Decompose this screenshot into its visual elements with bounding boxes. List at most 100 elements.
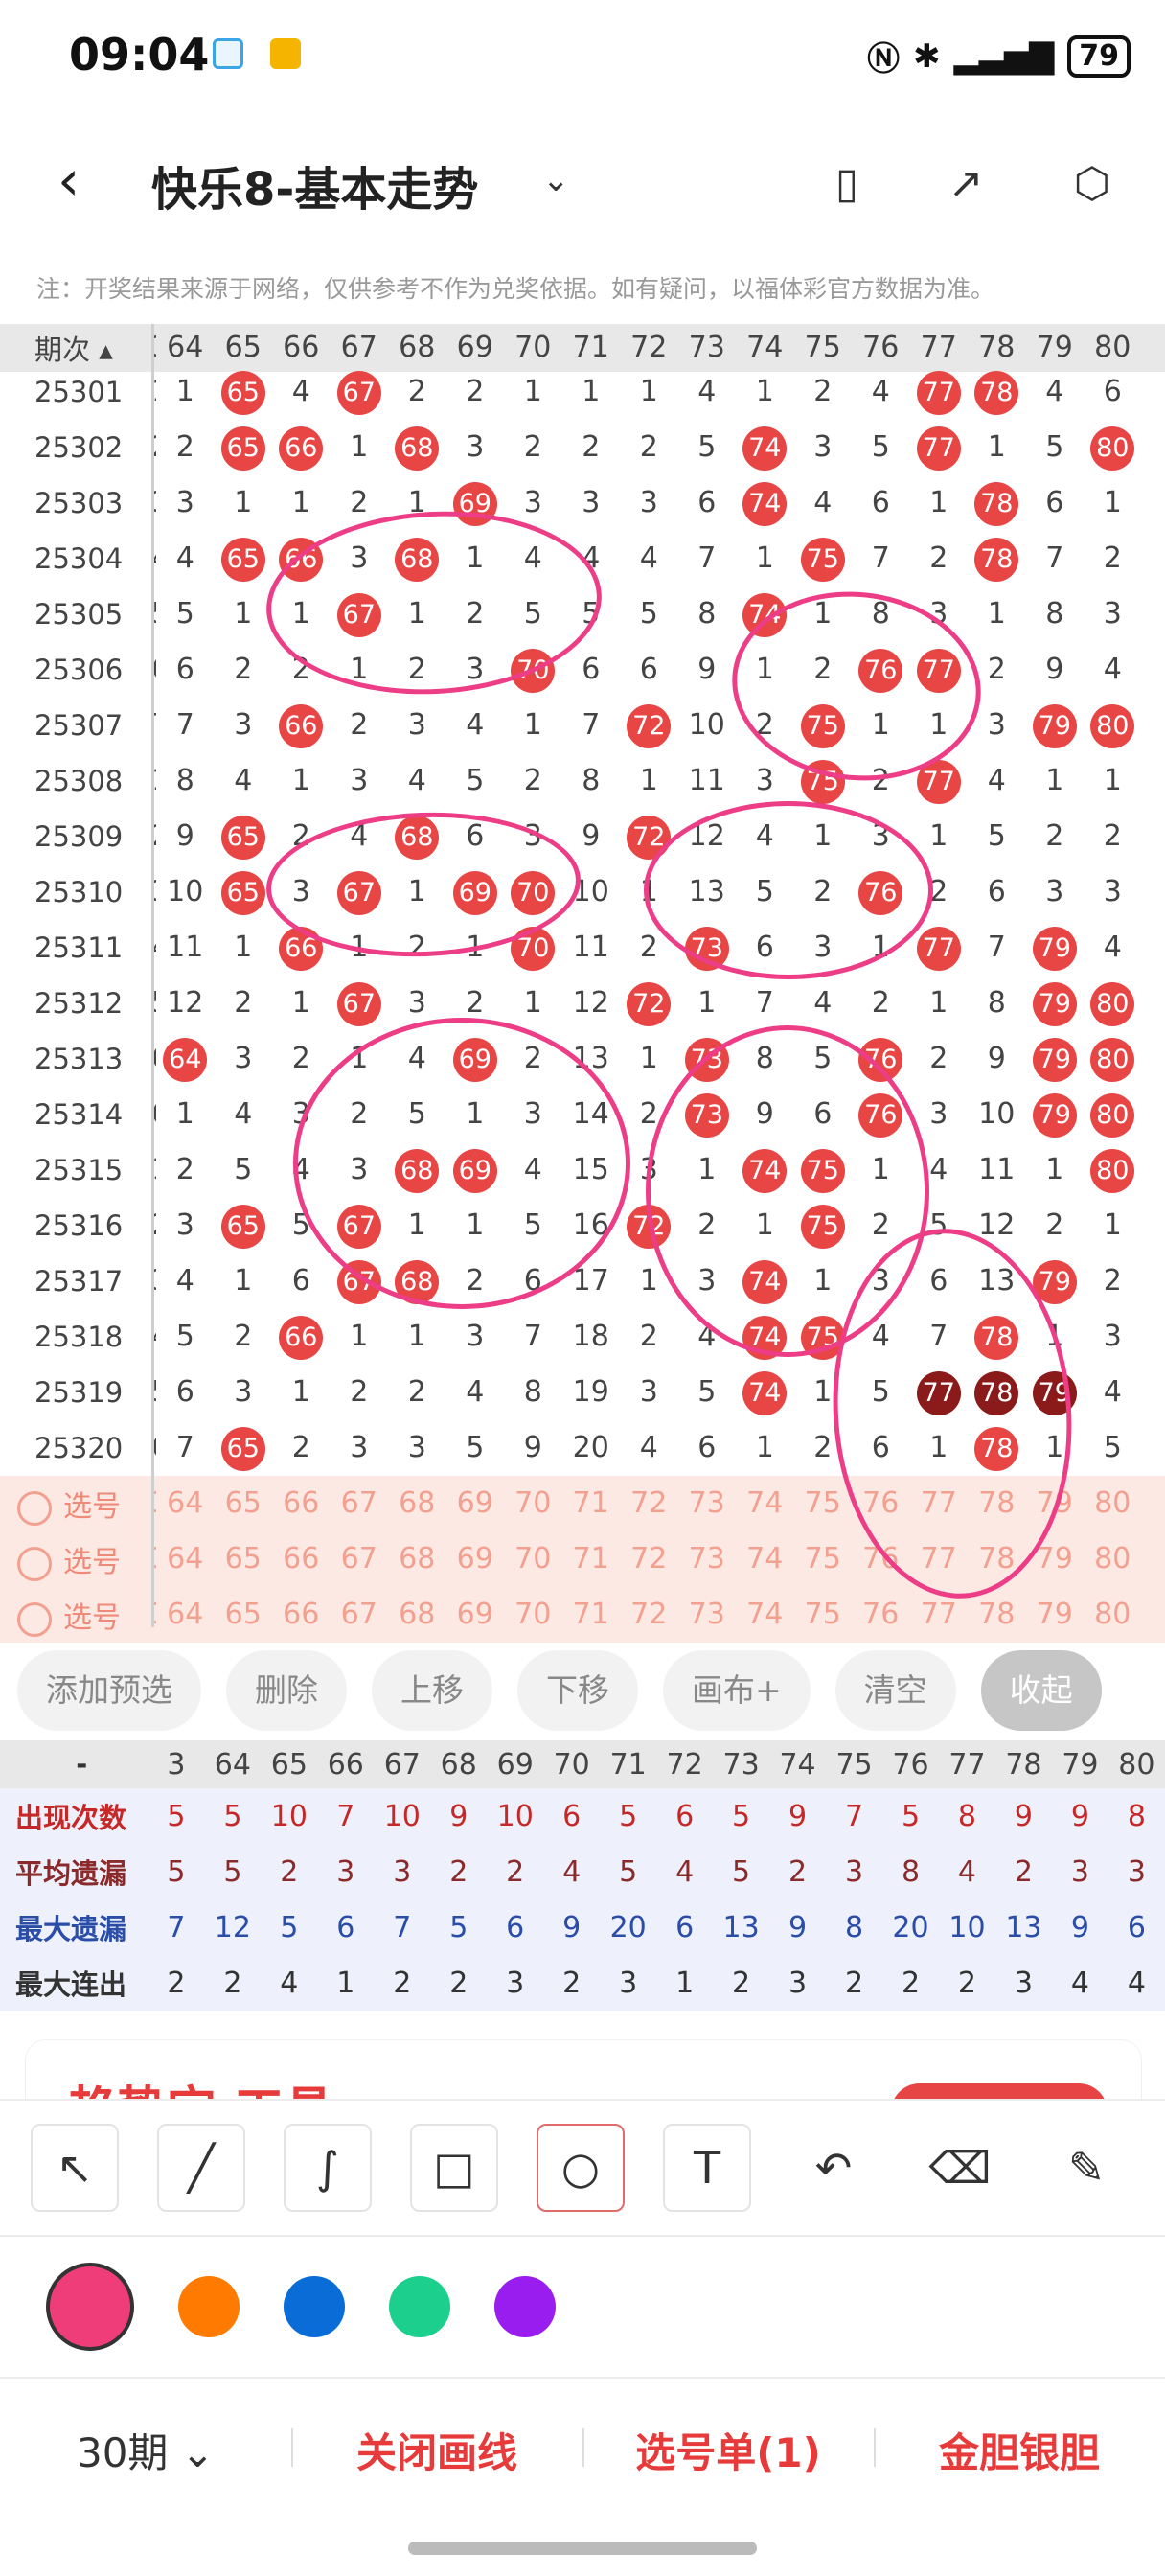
select-cell[interactable]: 75: [794, 1531, 853, 1587]
line-icon[interactable]: ╱: [157, 2124, 245, 2212]
color-swatch[interactable]: [46, 2263, 134, 2351]
bluetooth-icon: ✱: [913, 36, 941, 76]
page-title[interactable]: 快乐8-基本走势: [151, 151, 478, 218]
index-header[interactable]: 期次 ▴: [0, 328, 151, 368]
grid-cell: 2: [1103, 541, 1122, 575]
radio-icon[interactable]: [17, 1490, 52, 1526]
drawn-circle: [293, 1018, 630, 1309]
select-cell[interactable]: 67: [331, 1476, 389, 1531]
arrow-icon[interactable]: ↖: [31, 2124, 119, 2212]
chevron-down-icon: ⌄: [180, 2428, 215, 2476]
action-button[interactable]: 上移: [372, 1650, 492, 1731]
curve-icon[interactable]: ∫: [284, 2124, 372, 2212]
column-header: 69: [496, 1747, 534, 1782]
grid-cell: 1: [639, 375, 658, 408]
select-cell[interactable]: 71: [562, 1587, 621, 1643]
select-row[interactable]: 选号36465666768697071727374757677787980: [0, 1587, 1165, 1643]
stats-cell: 3: [1014, 1966, 1033, 2000]
color-swatch[interactable]: [178, 2276, 240, 2337]
action-button[interactable]: 收起: [980, 1650, 1102, 1731]
select-cell[interactable]: 71: [562, 1531, 621, 1587]
select-cell[interactable]: 70: [504, 1531, 562, 1587]
share-icon[interactable]: ↗: [939, 157, 993, 211]
text-icon[interactable]: T: [663, 2124, 751, 2212]
select-radio[interactable]: 选号: [0, 1483, 151, 1526]
grid-cell: 6: [697, 486, 717, 519]
select-cell[interactable]: 66: [272, 1587, 331, 1643]
rect-icon[interactable]: □: [410, 2124, 498, 2212]
select-cell[interactable]: 65: [215, 1531, 273, 1587]
select-cell[interactable]: 75: [794, 1476, 853, 1531]
select-cell[interactable]: 72: [620, 1531, 678, 1587]
select-radio[interactable]: 选号: [0, 1594, 151, 1637]
stats-cell: 4: [675, 1854, 695, 1889]
color-swatch[interactable]: [389, 2276, 450, 2337]
select-cell[interactable]: 69: [446, 1587, 505, 1643]
select-radio[interactable]: 选号: [0, 1538, 151, 1581]
brush-icon[interactable]: ✎: [1042, 2124, 1131, 2212]
grid-cell: 77: [910, 364, 969, 420]
radio-icon[interactable]: [17, 1546, 52, 1581]
select-cell[interactable]: 73: [678, 1476, 737, 1531]
action-button[interactable]: 添加预选: [17, 1650, 201, 1731]
select-cell[interactable]: 80: [1084, 1587, 1142, 1643]
select-cell[interactable]: 66: [272, 1476, 331, 1531]
select-cell[interactable]: 79: [1026, 1587, 1085, 1643]
select-cell[interactable]: 80: [1084, 1531, 1142, 1587]
select-cell[interactable]: 72: [620, 1476, 678, 1531]
home-indicator[interactable]: [408, 2542, 757, 2555]
chevron-down-icon[interactable]: ⌄: [542, 161, 570, 199]
select-cell[interactable]: 64: [156, 1476, 215, 1531]
grid-cell: 7: [755, 986, 774, 1020]
drawn-number-ball: 74: [742, 481, 788, 526]
select-cell[interactable]: 71: [562, 1476, 621, 1531]
color-swatch[interactable]: [284, 2276, 345, 2337]
device-icon[interactable]: ▯: [820, 157, 874, 211]
select-cell[interactable]: 74: [736, 1587, 794, 1643]
action-button[interactable]: 画布+: [663, 1650, 811, 1731]
eraser-icon[interactable]: ⌫: [916, 2124, 1004, 2212]
action-button[interactable]: 下移: [517, 1650, 638, 1731]
select-cell[interactable]: 70: [504, 1587, 562, 1643]
undo-icon[interactable]: ↶: [789, 2124, 878, 2212]
select-cell[interactable]: 67: [331, 1531, 389, 1587]
select-cell[interactable]: 64: [156, 1531, 215, 1587]
select-cell[interactable]: 64: [156, 1587, 215, 1643]
stats-cell: 4: [957, 1854, 977, 1889]
color-swatch[interactable]: [494, 2276, 556, 2337]
select-cell[interactable]: 68: [388, 1531, 446, 1587]
select-cell[interactable]: 74: [736, 1476, 794, 1531]
select-cell[interactable]: 73: [678, 1587, 737, 1643]
select-cell[interactable]: 67: [331, 1587, 389, 1643]
circle-icon[interactable]: ○: [537, 2124, 625, 2212]
select-cell[interactable]: 74: [736, 1531, 794, 1587]
select-cell[interactable]: 68: [388, 1587, 446, 1643]
stats-cell: 7: [167, 1910, 186, 1944]
action-button[interactable]: 清空: [834, 1650, 956, 1731]
radio-icon[interactable]: [17, 1601, 52, 1637]
settings-icon[interactable]: ⬡: [1065, 157, 1119, 211]
select-cell[interactable]: 76: [852, 1587, 910, 1643]
grid-cell: 1: [929, 486, 948, 519]
select-cell[interactable]: 68: [388, 1476, 446, 1531]
action-button[interactable]: 删除: [226, 1650, 347, 1731]
grid-cell: 6: [1103, 375, 1122, 408]
select-cell[interactable]: 75: [794, 1587, 853, 1643]
select-cell[interactable]: 69: [446, 1531, 505, 1587]
select-cell[interactable]: 70: [504, 1476, 562, 1531]
period-id: 25314: [34, 1098, 124, 1131]
gold-silver-button[interactable]: 金胆银胆: [874, 2421, 1165, 2479]
table-row: 2531031065367169701011352762633: [0, 864, 1165, 920]
close-draw-button[interactable]: 关闭画线: [291, 2421, 582, 2479]
select-cell[interactable]: 73: [678, 1531, 737, 1587]
select-cell[interactable]: 65: [215, 1587, 273, 1643]
select-cell[interactable]: 69: [446, 1476, 505, 1531]
select-cell[interactable]: 66: [272, 1531, 331, 1587]
grid-cell: 6: [987, 875, 1006, 908]
select-cell[interactable]: 65: [215, 1476, 273, 1531]
select-list-button[interactable]: 选号单(1): [582, 2421, 874, 2479]
period-select[interactable]: 30期 ⌄: [0, 2421, 291, 2479]
select-cell[interactable]: 72: [620, 1587, 678, 1643]
select-cell[interactable]: 80: [1084, 1476, 1142, 1531]
back-button[interactable]: ‹: [57, 152, 80, 208]
